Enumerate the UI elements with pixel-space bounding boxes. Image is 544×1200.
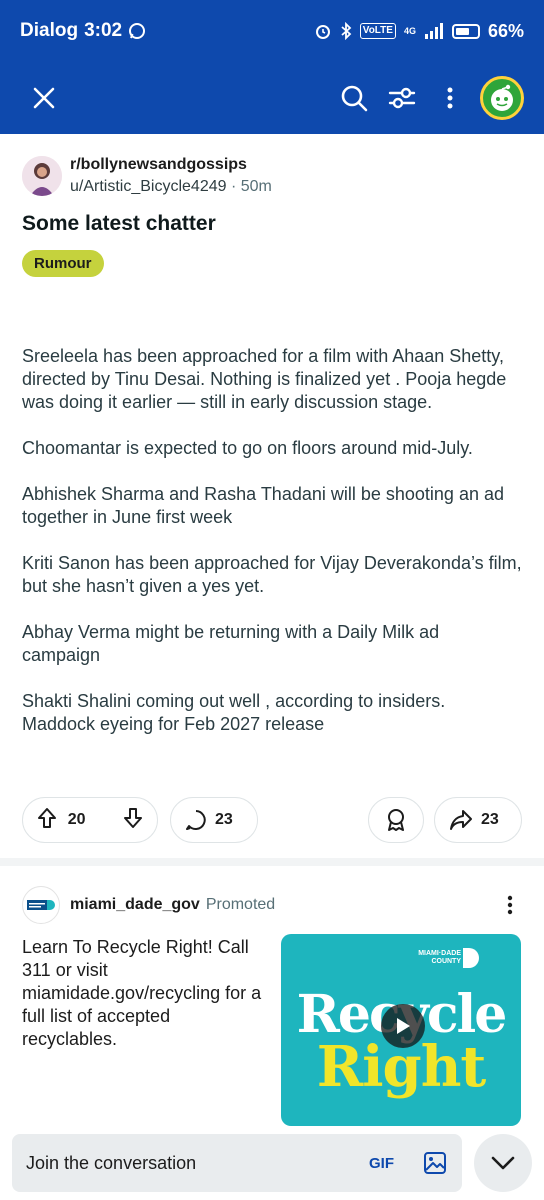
post-paragraph: Kriti Sanon has been approached for Vija…	[22, 553, 522, 596]
gif-button[interactable]: GIF	[369, 1155, 394, 1172]
post-paragraph: Shakti Shalini coming out well , accordi…	[22, 691, 446, 734]
post-paragraph: Abhishek Sharma and Rasha Thadani will b…	[22, 484, 504, 527]
post-age: 50m	[240, 178, 272, 195]
status-time: 3:02	[84, 20, 123, 41]
comment-bubble-icon	[186, 810, 206, 830]
ad-text: Learn To Recycle Right! Call 311 or visi…	[22, 937, 262, 1049]
subreddit-avatar[interactable]	[22, 156, 62, 196]
battery-percent: 66%	[487, 20, 524, 41]
more-options-button[interactable]	[426, 74, 474, 122]
collapse-button[interactable]	[474, 1134, 532, 1192]
post-paragraph: Sreeleela has been approached for a film…	[22, 346, 507, 412]
share-arrow-icon	[450, 810, 472, 830]
downvote-arrow-icon	[124, 807, 142, 828]
post-title: Some latest chatter	[22, 212, 216, 235]
upvote-arrow-icon	[38, 807, 56, 828]
carrier-name: Dialog	[20, 20, 79, 41]
subreddit-name[interactable]: r/bollynewsandgossips	[70, 154, 272, 176]
image-icon	[424, 1152, 446, 1174]
advertiser-logo	[22, 886, 60, 924]
alarm-icon	[314, 22, 332, 40]
post-paragraph: Abhay Verma might be returning with a Da…	[22, 622, 440, 665]
sort-filter-button[interactable]	[378, 74, 426, 122]
comment-placeholder: Join the conversation	[26, 1152, 197, 1173]
comment-count: 23	[215, 811, 233, 828]
close-icon	[33, 87, 55, 109]
network-type: 4G	[403, 26, 416, 36]
downvote-button[interactable]	[123, 807, 143, 834]
close-button[interactable]	[20, 74, 68, 122]
award-button[interactable]	[368, 797, 424, 843]
comment-composer-bar: Join the conversation GIF	[0, 1134, 544, 1200]
county-logo-text: MIAMI·DADE COUNTY	[418, 950, 461, 965]
app-bar	[0, 62, 544, 134]
volte-badge: VoLTE	[359, 23, 396, 39]
signal-icon	[424, 23, 444, 39]
award-icon	[388, 809, 404, 831]
upvote-count: 20	[67, 811, 86, 828]
whatsapp-icon	[128, 22, 146, 40]
share-count: 23	[481, 811, 499, 828]
bluetooth-icon	[340, 22, 352, 40]
post-paragraph: Choomantar is expected to go on floors a…	[22, 438, 473, 458]
search-button[interactable]	[330, 74, 378, 122]
more-vertical-icon	[447, 87, 453, 109]
promoted-label: Promoted	[205, 896, 276, 913]
comment-input[interactable]: Join the conversation GIF	[12, 1134, 462, 1192]
vote-control: 20	[22, 797, 158, 843]
post-actions: 20 23 23	[22, 796, 522, 844]
battery-icon	[451, 23, 480, 39]
sliders-icon	[388, 87, 416, 109]
search-icon	[341, 85, 368, 112]
user-avatar-button[interactable]	[480, 76, 524, 120]
ad-more-button[interactable]	[498, 893, 522, 917]
post-body: Sreeleela has been approached for a film…	[0, 277, 544, 736]
chevron-down-icon	[491, 1156, 515, 1170]
meta-separator: ·	[230, 178, 237, 195]
image-upload-button[interactable]	[422, 1150, 448, 1176]
advertiser-name[interactable]: miami_dade_gov	[70, 896, 200, 914]
play-button[interactable]	[381, 1004, 425, 1048]
more-vertical-icon	[507, 895, 513, 915]
post-header: r/bollynewsandgossips u/Artistic_Bicycle…	[0, 134, 544, 198]
post-author[interactable]: u/Artistic_Bicycle4249	[70, 178, 227, 195]
play-icon	[397, 1018, 410, 1034]
status-bar: Dialog 3:02 VoLTE 4G 66%	[0, 0, 544, 62]
snoo-avatar-icon	[491, 84, 513, 111]
upvote-button[interactable]	[37, 807, 57, 834]
post-flair[interactable]: Rumour	[22, 250, 104, 277]
county-logo-icon	[463, 948, 479, 968]
post: r/bollynewsandgossips u/Artistic_Bicycle…	[0, 134, 544, 736]
feed-divider	[0, 858, 544, 866]
share-button[interactable]: 23	[434, 797, 522, 843]
promoted-post[interactable]: miami_dade_gov Promoted Learn To Recycle…	[0, 866, 544, 1126]
comments-button[interactable]: 23	[170, 797, 258, 843]
ad-video-thumbnail[interactable]: MIAMI·DADE COUNTY Recycle Right	[281, 934, 521, 1126]
